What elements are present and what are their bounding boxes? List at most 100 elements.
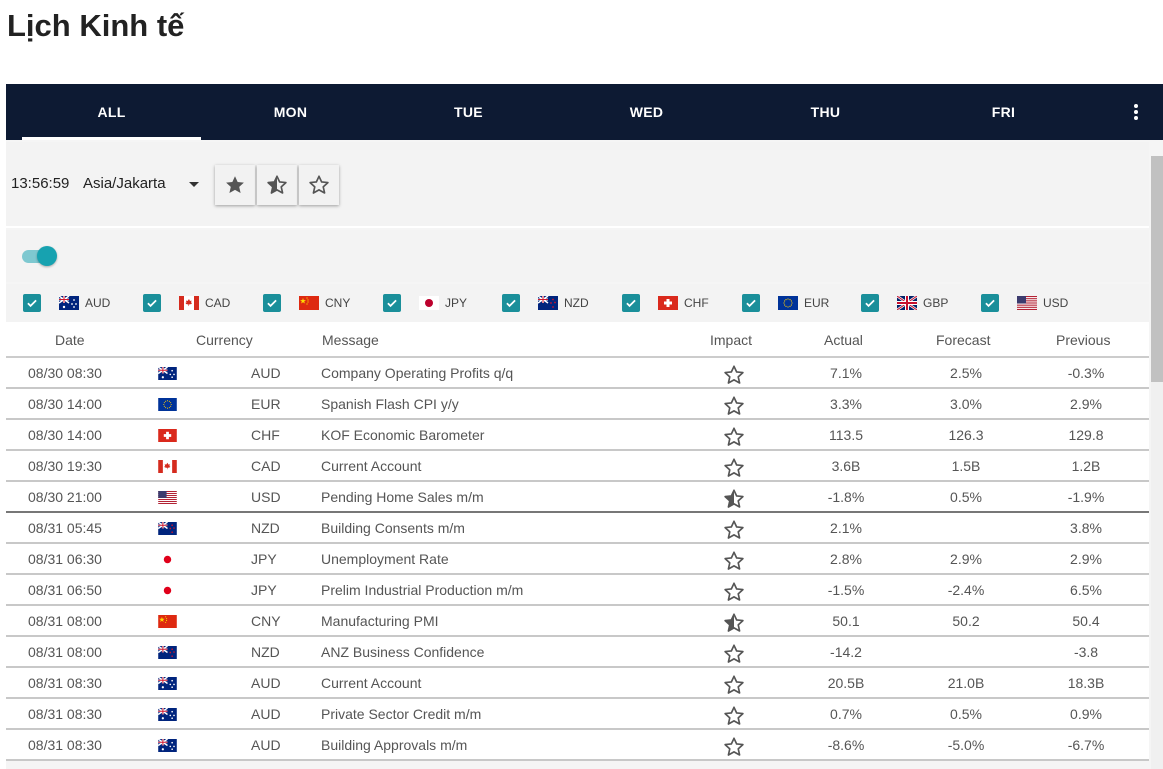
- col-actual[interactable]: Actual: [824, 332, 863, 348]
- table-row[interactable]: 08/31 08:00 CNY Manufacturing PMI 50.1 50.2 5…: [6, 606, 1149, 637]
- row-forecast: -5.0%: [947, 737, 985, 753]
- checkbox-jpy[interactable]: [383, 294, 401, 312]
- row-forecast: 2.5%: [950, 365, 982, 381]
- col-message[interactable]: Message: [322, 332, 379, 348]
- timezone-select[interactable]: Asia/Jakarta: [83, 175, 166, 192]
- row-date: 08/31 08:00: [28, 613, 102, 629]
- row-previous: 3.8%: [1070, 520, 1102, 536]
- col-impact[interactable]: Impact: [710, 332, 752, 348]
- col-previous[interactable]: Previous: [1056, 332, 1110, 348]
- checkbox-cny[interactable]: [263, 294, 281, 312]
- tab-tue[interactable]: TUE: [379, 84, 558, 140]
- filter-jpy[interactable]: JPY: [383, 293, 467, 313]
- star-half-icon: [267, 175, 287, 194]
- filter-cad[interactable]: CAD: [143, 293, 230, 313]
- row-currency: EUR: [251, 396, 281, 412]
- row-forecast: 0.5%: [950, 489, 982, 505]
- filter-chf[interactable]: CHF: [622, 293, 709, 313]
- impact-high-button[interactable]: [215, 165, 255, 205]
- row-previous: 129.8: [1068, 427, 1104, 443]
- row-date: 08/31 05:45: [28, 520, 102, 536]
- table-row[interactable]: 08/31 08:30 AUD Current Account 20.5B 21.0B 1…: [6, 668, 1149, 699]
- chevron-down-icon[interactable]: [189, 182, 199, 187]
- filter-aud[interactable]: AUD: [23, 293, 110, 313]
- tab-fri[interactable]: FRI: [914, 84, 1093, 140]
- col-date[interactable]: Date: [55, 332, 85, 348]
- table-row[interactable]: 08/30 19:30 CAD Current Account 3.6B 1.5B 1.2…: [6, 451, 1149, 482]
- checkbox-cad[interactable]: [143, 294, 161, 312]
- table-row[interactable]: 08/31 05:45 NZD Building Consents m/m 2.1% 3…: [6, 513, 1149, 544]
- table-row[interactable]: 08/31 08:30 AUD Building Approvals m/m -8.6…: [6, 730, 1149, 761]
- row-currency: AUD: [251, 737, 281, 753]
- filter-cny[interactable]: CNY: [263, 293, 350, 313]
- tab-mon[interactable]: MON: [201, 84, 380, 140]
- filter-nzd[interactable]: NZD: [502, 293, 589, 313]
- row-previous: 2.9%: [1070, 551, 1102, 567]
- flag-eu-icon: [778, 296, 798, 310]
- filter-usd[interactable]: USD: [981, 293, 1068, 313]
- flag-cn-icon: [158, 615, 177, 628]
- table-row[interactable]: 08/30 21:00 USD Pending Home Sales m/m -1.8…: [6, 482, 1149, 513]
- filter-gbp[interactable]: GBP: [861, 293, 948, 313]
- star-half-icon: [723, 488, 744, 508]
- checkbox-gbp[interactable]: [861, 294, 879, 312]
- scrollbar[interactable]: [1151, 156, 1163, 769]
- row-currency: CHF: [251, 427, 280, 443]
- toggle-row: [6, 230, 1149, 282]
- scroll-thumb[interactable]: [1151, 156, 1163, 382]
- table-row[interactable]: 08/31 06:50 JPY Prelim Industrial Producti…: [6, 575, 1149, 606]
- row-date: 08/30 14:00: [28, 427, 102, 443]
- checkbox-aud[interactable]: [23, 294, 41, 312]
- more-menu-icon[interactable]: [1131, 102, 1141, 122]
- filter-label: NZD: [564, 296, 589, 310]
- flag-jp-icon: [158, 584, 177, 597]
- checkbox-nzd[interactable]: [502, 294, 520, 312]
- tab-wed[interactable]: WED: [557, 84, 736, 140]
- table-row[interactable]: 08/31 08:00 NZD ANZ Business Confidence -14…: [6, 637, 1149, 668]
- col-currency[interactable]: Currency: [196, 332, 253, 348]
- row-actual: -8.6%: [827, 737, 865, 753]
- checkbox-usd[interactable]: [981, 294, 999, 312]
- row-message: Manufacturing PMI: [321, 613, 439, 629]
- star-outline-icon: [723, 426, 744, 446]
- table-row[interactable]: 08/31 06:30 JPY Unemployment Rate 2.8% 2.9% 2…: [6, 544, 1149, 575]
- row-previous: 18.3B: [1067, 675, 1105, 691]
- flag-ca-icon: [179, 296, 199, 310]
- table-row[interactable]: 08/30 14:00 CHF KOF Economic Barometer 113.…: [6, 420, 1149, 451]
- flag-au-icon: [157, 676, 177, 690]
- row-date: 08/30 19:30: [28, 458, 102, 474]
- filter-eur[interactable]: EUR: [742, 293, 829, 313]
- row-message: Spanish Flash CPI y/y: [321, 396, 459, 412]
- row-forecast: 21.0B: [947, 675, 985, 691]
- impact-medium-button[interactable]: [257, 165, 297, 205]
- star-outline-icon: [723, 364, 744, 384]
- row-message: Company Operating Profits q/q: [321, 365, 514, 381]
- row-actual: -1.5%: [827, 582, 865, 598]
- row-currency: AUD: [251, 365, 281, 381]
- flag-ch-icon: [158, 429, 177, 442]
- row-forecast: 3.0%: [950, 396, 982, 412]
- checkbox-eur[interactable]: [742, 294, 760, 312]
- row-date: 08/31 08:30: [28, 675, 102, 691]
- impact-low-button[interactable]: [299, 165, 339, 205]
- star-outline-icon: [723, 457, 744, 477]
- col-forecast[interactable]: Forecast: [936, 332, 990, 348]
- filter-toggle[interactable]: [22, 246, 57, 266]
- row-previous: -3.8: [1073, 644, 1099, 660]
- filter-label: USD: [1043, 296, 1069, 310]
- filter-label: CNY: [325, 296, 351, 310]
- star-outline-icon: [723, 705, 744, 725]
- checkbox-chf[interactable]: [622, 294, 640, 312]
- tab-all[interactable]: ALL: [22, 84, 201, 140]
- flag-ch-icon: [658, 296, 678, 310]
- row-actual: -14.2: [830, 644, 862, 660]
- table-row[interactable]: 08/30 14:00 EUR Spanish Flash CPI y/y 3.3% 3…: [6, 389, 1149, 420]
- table-row[interactable]: 08/31 08:30 AUD Private Sector Credit m/m 0…: [6, 699, 1149, 730]
- tab-thu[interactable]: THU: [736, 84, 915, 140]
- table-row[interactable]: 08/30 08:30 AUD Company Operating Profits …: [6, 358, 1149, 389]
- flag-nz-icon: [538, 296, 558, 310]
- row-actual: 7.1%: [830, 365, 862, 381]
- star-outline-icon: [309, 175, 329, 194]
- flag-us-icon: [1017, 296, 1037, 310]
- row-previous: 50.4: [1072, 613, 1100, 629]
